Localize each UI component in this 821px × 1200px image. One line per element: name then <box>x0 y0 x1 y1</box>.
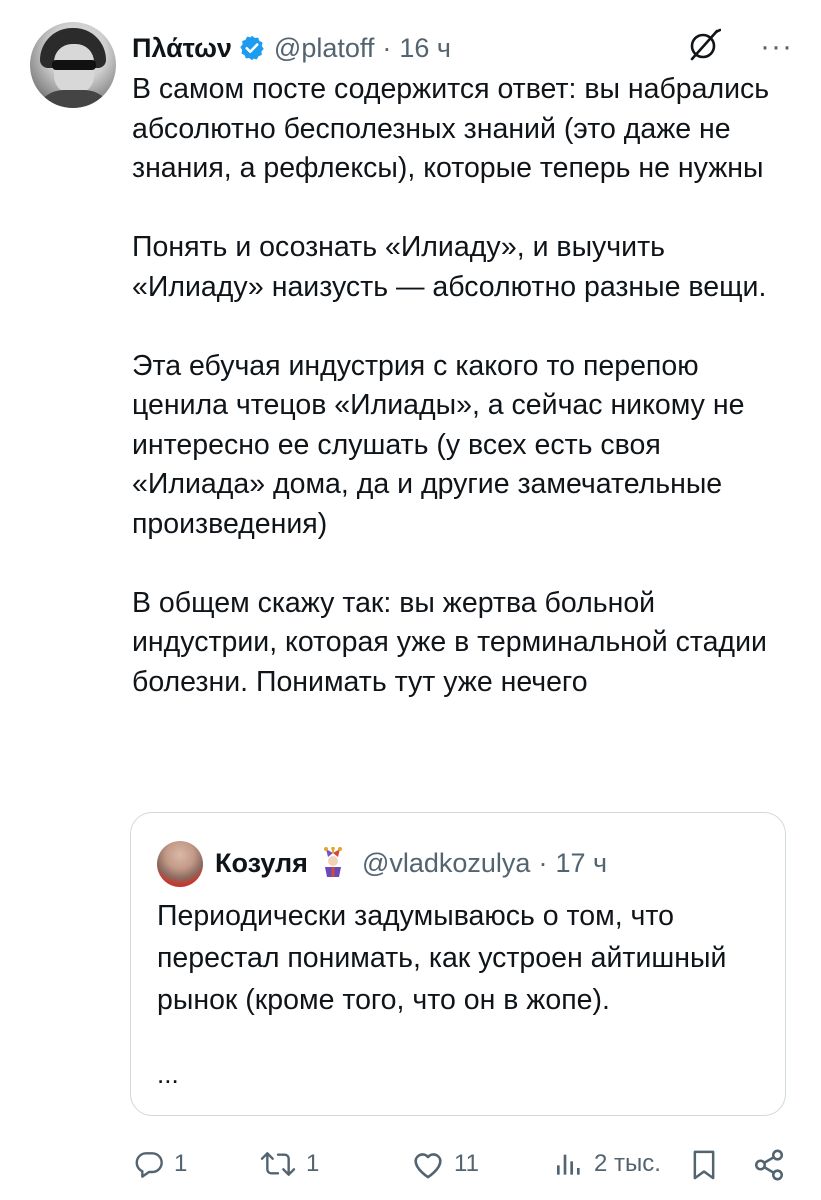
like-icon <box>410 1148 446 1180</box>
repost-button[interactable]: 1 <box>258 1148 319 1180</box>
jester-badge-icon <box>318 847 348 879</box>
post-paragraph: В самом посте содержится ответ: вы набра… <box>132 73 770 184</box>
quoted-post-body: Периодически задумываюсь о том, что пере… <box>157 895 757 1021</box>
quoted-author-avatar <box>157 841 203 887</box>
reply-icon <box>132 1148 166 1180</box>
post-paragraph: В общем скажу так: вы жертва больной инд… <box>132 586 767 698</box>
post-timestamp[interactable]: 16 ч <box>399 33 451 64</box>
verified-badge-icon <box>238 34 266 62</box>
views-button[interactable]: 2 тыс. <box>552 1148 661 1180</box>
share-button[interactable] <box>752 1148 786 1182</box>
like-count: 11 <box>454 1150 479 1177</box>
separator-dot: · <box>538 847 548 878</box>
quoted-post-text: Периодически задумываюсь о том, что пере… <box>157 900 727 1016</box>
grok-icon[interactable] <box>687 28 722 69</box>
reply-count: 1 <box>174 1150 188 1177</box>
like-button[interactable]: 11 <box>410 1148 479 1180</box>
separator-dot: · <box>382 32 392 63</box>
author-avatar[interactable] <box>30 22 116 108</box>
views-count: 2 тыс. <box>594 1150 661 1177</box>
action-bar: 1 1 11 2 тыс. <box>132 1140 792 1188</box>
quoted-post-ellipsis: ... <box>157 1059 179 1089</box>
views-icon <box>552 1148 586 1180</box>
author-display-name[interactable]: Πλάτων <box>132 33 232 64</box>
post-paragraph: Эта ебучая индустрия с какого то перепою… <box>132 349 745 540</box>
post-header: Πλάτων @platoff · 16 ч ··· <box>132 26 801 70</box>
bookmark-icon <box>688 1148 720 1182</box>
repost-count: 1 <box>306 1150 320 1177</box>
bookmark-button[interactable] <box>688 1148 720 1182</box>
repost-icon <box>258 1148 298 1180</box>
reply-button[interactable]: 1 <box>132 1148 187 1180</box>
author-handle[interactable]: @platoff <box>274 33 374 64</box>
quoted-author-display-name: Козуля <box>215 847 308 878</box>
quoted-author-handle: @vladkozulya <box>361 847 531 878</box>
more-options-icon[interactable]: ··· <box>760 30 793 64</box>
quoted-post-timestamp: 17 ч <box>555 847 608 878</box>
quoted-post-header: Козуля @vladkozulya · 17 ч <box>215 843 607 883</box>
quoted-post[interactable]: Козуля @vladkozulya · 17 ч Периодически … <box>130 812 786 1116</box>
share-icon <box>752 1148 786 1182</box>
post-paragraph: Понять и осознать «Илиаду», и выучить «И… <box>132 231 767 303</box>
post-body: В самом посте содержится ответ: вы набра… <box>132 70 792 702</box>
